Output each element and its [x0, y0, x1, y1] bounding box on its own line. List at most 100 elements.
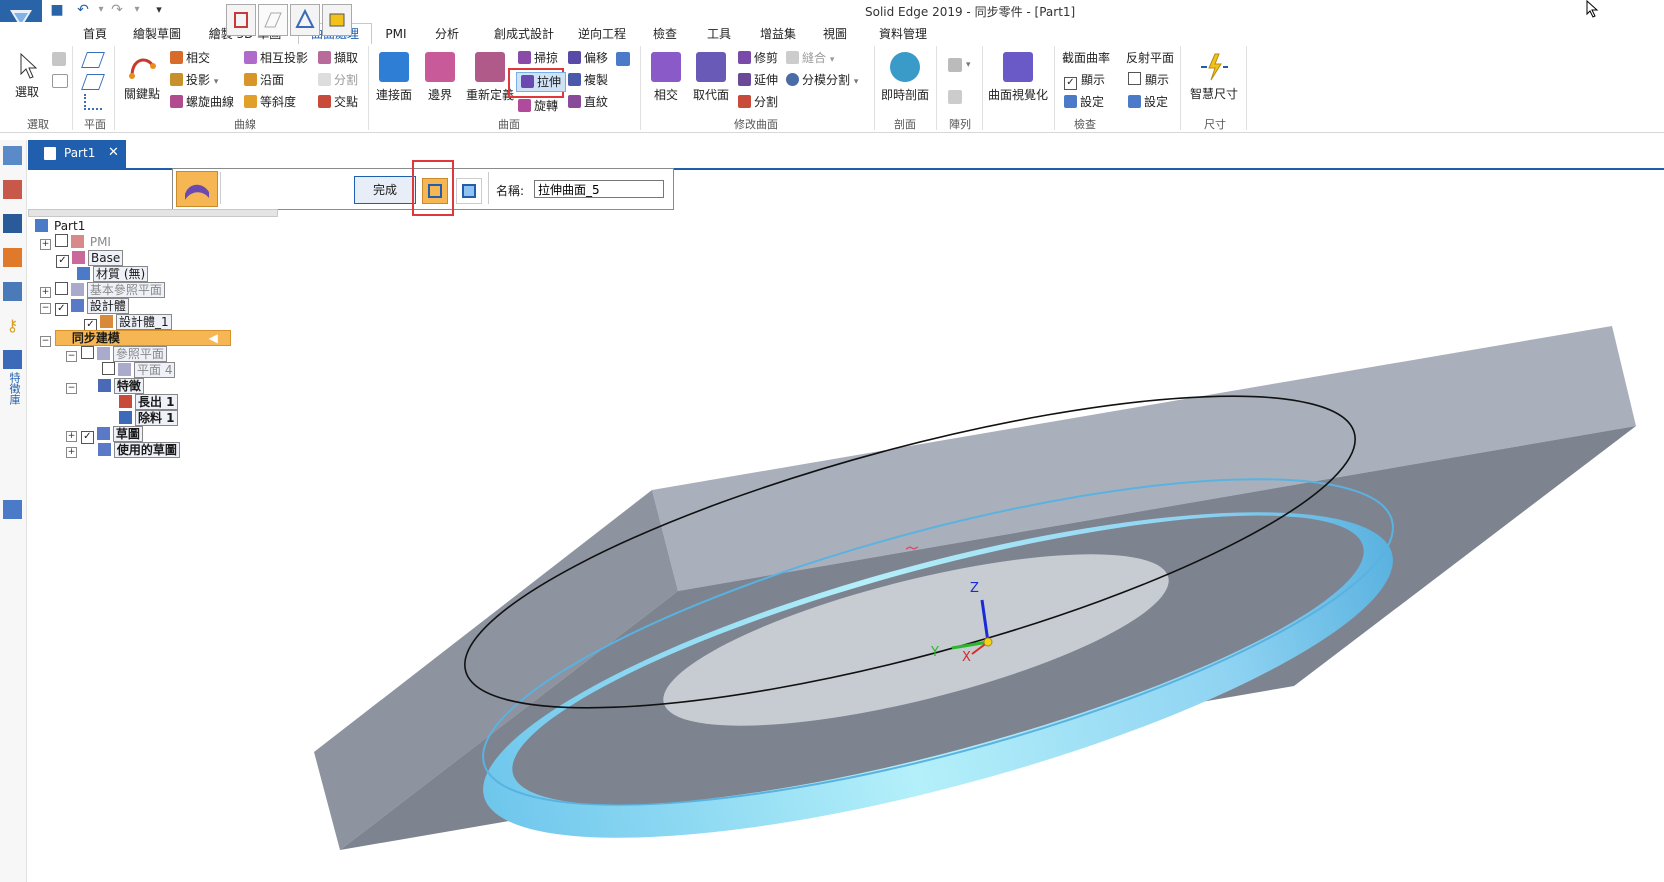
pattern-dropdown-icon[interactable]: ▾: [966, 60, 971, 70]
replace-face-button[interactable]: 取代面: [688, 52, 734, 103]
graphics-window[interactable]: Z Y X: [28, 210, 1664, 882]
tab-inspect[interactable]: 檢查: [646, 24, 684, 44]
group-label-section: 剖面: [894, 118, 916, 131]
offset-surface-button[interactable]: 偏移: [568, 48, 608, 68]
properties-icon[interactable]: [3, 282, 22, 301]
feature-library-icon[interactable]: [3, 350, 22, 369]
reflect-settings-button[interactable]: 設定: [1128, 92, 1168, 112]
extrude-surface-step-icon: [185, 184, 209, 200]
open-ends-button[interactable]: [422, 178, 448, 204]
tab-generative-design[interactable]: 創成式設計: [482, 24, 566, 44]
treatment-step-button[interactable]: [322, 4, 352, 36]
closed-ends-button[interactable]: [456, 178, 482, 204]
mirror-icon[interactable]: [948, 90, 962, 104]
save-icon[interactable]: ■: [48, 1, 66, 19]
bounded-surface-button[interactable]: 邊界: [420, 52, 460, 103]
reflect-show-toggle[interactable]: 顯示: [1128, 70, 1169, 90]
undo-icon[interactable]: ↶: [74, 1, 92, 19]
extrude-step-button[interactable]: [176, 171, 218, 207]
tab-sketch[interactable]: 繪製草圖: [126, 24, 188, 44]
curvature-settings-button[interactable]: 設定: [1064, 92, 1104, 112]
pathfinder-icon[interactable]: [3, 146, 22, 165]
select-sketch-step-button[interactable]: [226, 4, 256, 36]
project-curve-label: 投影: [186, 73, 211, 87]
stitch-dropdown-icon: ▾: [829, 55, 835, 65]
select-button[interactable]: 選取: [6, 52, 48, 100]
group-label-inspect: 檢查: [1074, 118, 1096, 131]
swept-surface-label: 掃掠: [534, 51, 559, 65]
tab-tools[interactable]: 工具: [700, 24, 738, 44]
surface-visualization-button[interactable]: 曲面視覺化: [986, 52, 1050, 103]
copy-surface-button[interactable]: 複製: [568, 70, 608, 90]
curvature-show-checkbox[interactable]: ✓: [1064, 77, 1077, 90]
display-icon[interactable]: [3, 214, 22, 233]
swept-surface-icon: [518, 51, 531, 64]
treatment-step-icon: [329, 13, 345, 27]
extend-button[interactable]: 延伸: [738, 70, 778, 90]
tab-data-management[interactable]: 資料管理: [870, 24, 936, 44]
tab-view[interactable]: 視圖: [816, 24, 854, 44]
appearance-icon[interactable]: [3, 248, 22, 267]
split-surface-button[interactable]: 分割: [738, 92, 778, 112]
cross-project-button[interactable]: 相互投影: [244, 48, 308, 68]
plane-step-button[interactable]: [258, 4, 288, 36]
customize-quick-access-icon[interactable]: ▾: [150, 1, 168, 19]
group-label-plane: 平面: [84, 118, 106, 131]
stitch-button[interactable]: 縫合 ▾: [786, 48, 834, 68]
extruded-surface-button[interactable]: 拉伸: [516, 72, 567, 92]
triad-z-label: Z: [970, 581, 979, 596]
filter-icon[interactable]: [52, 52, 66, 66]
redo-icon[interactable]: ↷: [108, 1, 126, 19]
arrow-cursor-icon: [20, 52, 38, 79]
helix-curve-button[interactable]: 螺旋曲線: [170, 92, 234, 112]
keypoints-button[interactable]: 關鍵點: [120, 52, 164, 102]
surface-more-icon[interactable]: [616, 52, 630, 66]
intersect-curve-button[interactable]: 相交: [170, 48, 210, 68]
isocline-label: 等斜度: [260, 95, 297, 109]
group-separator: [640, 46, 641, 130]
stitch-label: 縫合: [802, 51, 827, 65]
parting-split-button[interactable]: 分模分割 ▾: [786, 70, 858, 90]
swept-surface-button[interactable]: 掃掠: [518, 48, 558, 68]
reflect-settings-label: 設定: [1144, 95, 1169, 109]
split-curve-label: 分割: [334, 73, 359, 87]
feature-library-tab[interactable]: 特徵庫: [5, 372, 21, 405]
smart-dimension-button[interactable]: 智慧尺寸: [1186, 52, 1242, 102]
tab-pmi[interactable]: PMI: [380, 24, 412, 44]
contour-curve-button[interactable]: 沿面: [244, 70, 284, 90]
layers-icon[interactable]: [3, 180, 22, 199]
tab-analysis[interactable]: 分析: [428, 24, 466, 44]
document-tab-part1[interactable]: Part1 ✕: [28, 140, 126, 168]
isocline-button[interactable]: 等斜度: [244, 92, 296, 112]
name-label: 名稱:: [496, 184, 525, 198]
group-label-modify: 修改曲面: [734, 118, 778, 131]
redo-dropdown-icon[interactable]: ▾: [128, 1, 146, 19]
curvature-show-toggle[interactable]: ✓ 顯示: [1064, 70, 1105, 90]
trim-button[interactable]: 修剪: [738, 48, 778, 68]
project-curve-button[interactable]: 投影 ▾: [170, 70, 218, 90]
key-icon[interactable]: ⚷: [3, 316, 22, 335]
reflect-show-checkbox[interactable]: [1128, 72, 1141, 85]
closed-ends-icon: [462, 184, 476, 198]
intersect-surface-button[interactable]: 相交: [646, 52, 686, 103]
mouse-cursor-icon: [1586, 0, 1599, 18]
pattern-icon[interactable]: [948, 58, 962, 72]
split-curve-button[interactable]: 分割: [318, 70, 358, 90]
coordinate-system-icon[interactable]: [84, 94, 102, 110]
intersection-point-button[interactable]: 交點: [318, 92, 358, 112]
close-document-icon[interactable]: ✕: [108, 145, 119, 160]
select-tools-icon[interactable]: [52, 74, 68, 88]
extent-step-button[interactable]: [290, 4, 320, 36]
revolved-surface-button[interactable]: 旋轉: [518, 96, 558, 116]
extract-button[interactable]: 擷取: [318, 48, 358, 68]
feature-name-input[interactable]: [534, 180, 664, 198]
family-of-parts-icon[interactable]: [3, 500, 22, 519]
live-section-button[interactable]: 即時剖面: [878, 52, 932, 103]
group-label-curves: 曲線: [234, 118, 256, 131]
tab-add-ins[interactable]: 增益集: [754, 24, 802, 44]
bluesurf-button[interactable]: 連接面: [372, 52, 416, 103]
ruled-surface-button[interactable]: 直紋: [568, 92, 608, 112]
finish-button[interactable]: 完成: [354, 176, 416, 204]
tab-home[interactable]: 首頁: [74, 24, 116, 44]
tab-reverse-engineering[interactable]: 逆向工程: [574, 24, 630, 44]
